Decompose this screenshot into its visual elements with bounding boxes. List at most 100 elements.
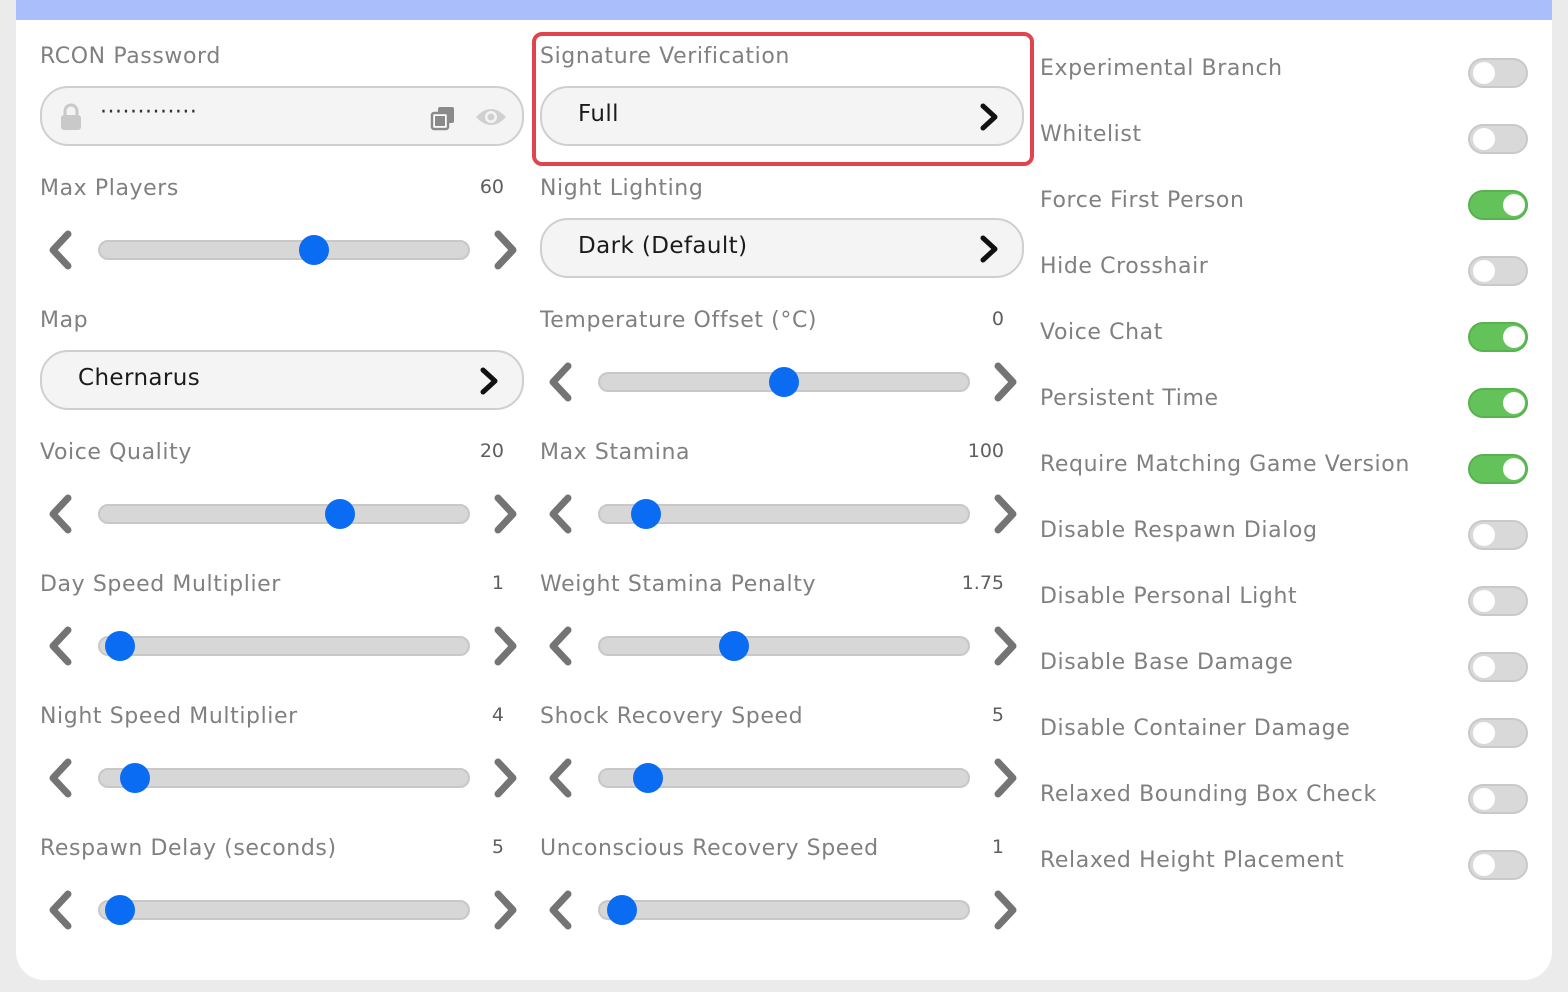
- toggle-knob: [1503, 392, 1525, 414]
- max-players-label: Max Players: [40, 176, 179, 201]
- decrement-arrow-icon[interactable]: [544, 890, 578, 930]
- password-masked-value: ·············: [100, 100, 198, 125]
- night-speed-slider-thumb[interactable]: [120, 763, 151, 793]
- toggle-switch[interactable]: [1468, 454, 1528, 484]
- toggle-row-hide-crosshair: Hide Crosshair: [1040, 234, 1530, 300]
- toggle-row-whitelist: Whitelist: [1040, 102, 1530, 168]
- night-speed-value: 4: [491, 704, 504, 726]
- toggle-switch[interactable]: [1468, 850, 1528, 880]
- toggle-knob: [1473, 590, 1495, 612]
- rcon-password-label: RCON Password: [40, 44, 221, 69]
- max-stamina-slider-thumb[interactable]: [631, 499, 662, 529]
- day-speed-setting: Day Speed Multiplier 1: [16, 528, 517, 666]
- toggle-knob: [1473, 524, 1495, 546]
- toggle-knob: [1473, 854, 1495, 876]
- toggle-label: Disable Base Damage: [1040, 650, 1294, 675]
- respawn-delay-slider-thumb[interactable]: [105, 895, 136, 925]
- toggle-row-disable-respawn-dialog: Disable Respawn Dialog: [1040, 498, 1530, 564]
- toggle-switch[interactable]: [1468, 784, 1528, 814]
- toggle-knob: [1473, 62, 1495, 84]
- toggle-row-voice-chat: Voice Chat: [1040, 300, 1530, 366]
- weight-stamina-penalty-value: 1.75: [961, 572, 1004, 594]
- map-setting: Map Chernarus: [16, 264, 524, 410]
- toggle-knob: [1503, 326, 1525, 348]
- shock-recovery-speed-value: 5: [991, 704, 1004, 726]
- voice-quality-slider-thumb[interactable]: [324, 499, 355, 529]
- toggle-switch[interactable]: [1468, 322, 1528, 352]
- max-stamina-setting: Max Stamina 100: [516, 396, 1017, 534]
- night-speed-slider-track[interactable]: [98, 768, 470, 788]
- max-players-value: 60: [479, 176, 504, 198]
- toggle-label: Hide Crosshair: [1040, 254, 1209, 279]
- max-players-slider-track[interactable]: [98, 240, 470, 260]
- toggle-row-relaxed-bounding-box-check: Relaxed Bounding Box Check: [1040, 762, 1530, 828]
- night-speed-setting: Night Speed Multiplier 4: [16, 660, 517, 798]
- voice-quality-label: Voice Quality: [40, 440, 192, 465]
- unconscious-recovery-speed-slider-thumb[interactable]: [607, 895, 638, 925]
- toggle-switch[interactable]: [1468, 586, 1528, 616]
- temperature-offset-setting: Temperature Offset (°C) 0: [516, 264, 1017, 402]
- day-speed-slider-thumb[interactable]: [105, 631, 136, 661]
- copy-icon[interactable]: [430, 105, 456, 131]
- weight-stamina-penalty-setting: Weight Stamina Penalty 1.75: [516, 528, 1017, 666]
- toggle-label: Force First Person: [1040, 188, 1245, 213]
- max-stamina-label: Max Stamina: [540, 440, 691, 465]
- day-speed-slider-track[interactable]: [98, 636, 470, 656]
- toggle-label: Relaxed Bounding Box Check: [1040, 782, 1377, 807]
- toggle-switch[interactable]: [1468, 520, 1528, 550]
- toggle-label: Require Matching Game Version: [1040, 452, 1410, 477]
- focus-highlight-outline: [532, 32, 1034, 166]
- respawn-delay-slider-track[interactable]: [98, 900, 470, 920]
- toggle-knob: [1473, 128, 1495, 150]
- decrement-arrow-icon[interactable]: [44, 890, 78, 930]
- toggle-label: Disable Personal Light: [1040, 584, 1298, 609]
- toggle-label: Voice Chat: [1040, 320, 1163, 345]
- toggle-row-experimental-branch: Experimental Branch: [1040, 36, 1530, 102]
- toggle-switch[interactable]: [1468, 388, 1528, 418]
- voice-quality-setting: Voice Quality 20: [16, 396, 517, 534]
- toggle-row-force-first-person: Force First Person: [1040, 168, 1530, 234]
- max-stamina-value: 100: [967, 440, 1004, 462]
- shock-recovery-speed-setting: Shock Recovery Speed 5: [516, 660, 1017, 798]
- unconscious-recovery-speed-value: 1: [991, 836, 1004, 858]
- toggle-switch[interactable]: [1468, 58, 1528, 88]
- toggle-row-persistent-time: Persistent Time: [1040, 366, 1530, 432]
- toggle-row-disable-container-damage: Disable Container Damage: [1040, 696, 1530, 762]
- toggle-knob: [1503, 194, 1525, 216]
- map-label: Map: [40, 308, 89, 333]
- toggle-row-relaxed-height-placement: Relaxed Height Placement: [1040, 828, 1530, 894]
- toggle-knob: [1503, 458, 1525, 480]
- toggle-switch[interactable]: [1468, 256, 1528, 286]
- day-speed-value: 1: [491, 572, 504, 594]
- toggle-switch[interactable]: [1468, 652, 1528, 682]
- unconscious-recovery-speed-setting: Unconscious Recovery Speed 1: [516, 792, 1017, 930]
- temperature-offset-value: 0: [991, 308, 1004, 330]
- toggle-label: Persistent Time: [1040, 386, 1219, 411]
- shock-recovery-speed-slider-thumb[interactable]: [633, 763, 664, 793]
- unconscious-recovery-speed-slider-track[interactable]: [598, 900, 970, 920]
- toggle-label: Whitelist: [1040, 122, 1142, 147]
- toggle-label: Disable Respawn Dialog: [1040, 518, 1318, 543]
- toggle-switch[interactable]: [1468, 718, 1528, 748]
- temperature-offset-label: Temperature Offset (°C): [540, 308, 818, 333]
- max-players-slider-thumb[interactable]: [298, 235, 329, 265]
- toggle-switch[interactable]: [1468, 124, 1528, 154]
- respawn-delay-setting: Respawn Delay (seconds) 5: [16, 792, 517, 930]
- respawn-delay-value: 5: [491, 836, 504, 858]
- eye-icon[interactable]: [474, 105, 508, 129]
- weight-stamina-penalty-slider-thumb[interactable]: [718, 631, 749, 661]
- voice-quality-slider-track[interactable]: [98, 504, 470, 524]
- toggle-row-disable-base-damage: Disable Base Damage: [1040, 630, 1530, 696]
- day-speed-label: Day Speed Multiplier: [40, 572, 281, 597]
- night-lighting-selected-value: Dark (Default): [578, 233, 748, 259]
- weight-stamina-penalty-slider-track[interactable]: [598, 636, 970, 656]
- toggle-switch[interactable]: [1468, 190, 1528, 220]
- increment-arrow-icon[interactable]: [988, 890, 1022, 930]
- temperature-offset-slider-thumb[interactable]: [769, 367, 799, 397]
- lock-icon: [61, 103, 81, 130]
- night-speed-label: Night Speed Multiplier: [40, 704, 298, 729]
- toggle-label: Disable Container Damage: [1040, 716, 1351, 741]
- toggle-knob: [1473, 656, 1495, 678]
- map-selected-value: Chernarus: [78, 365, 201, 391]
- toggle-knob: [1473, 788, 1495, 810]
